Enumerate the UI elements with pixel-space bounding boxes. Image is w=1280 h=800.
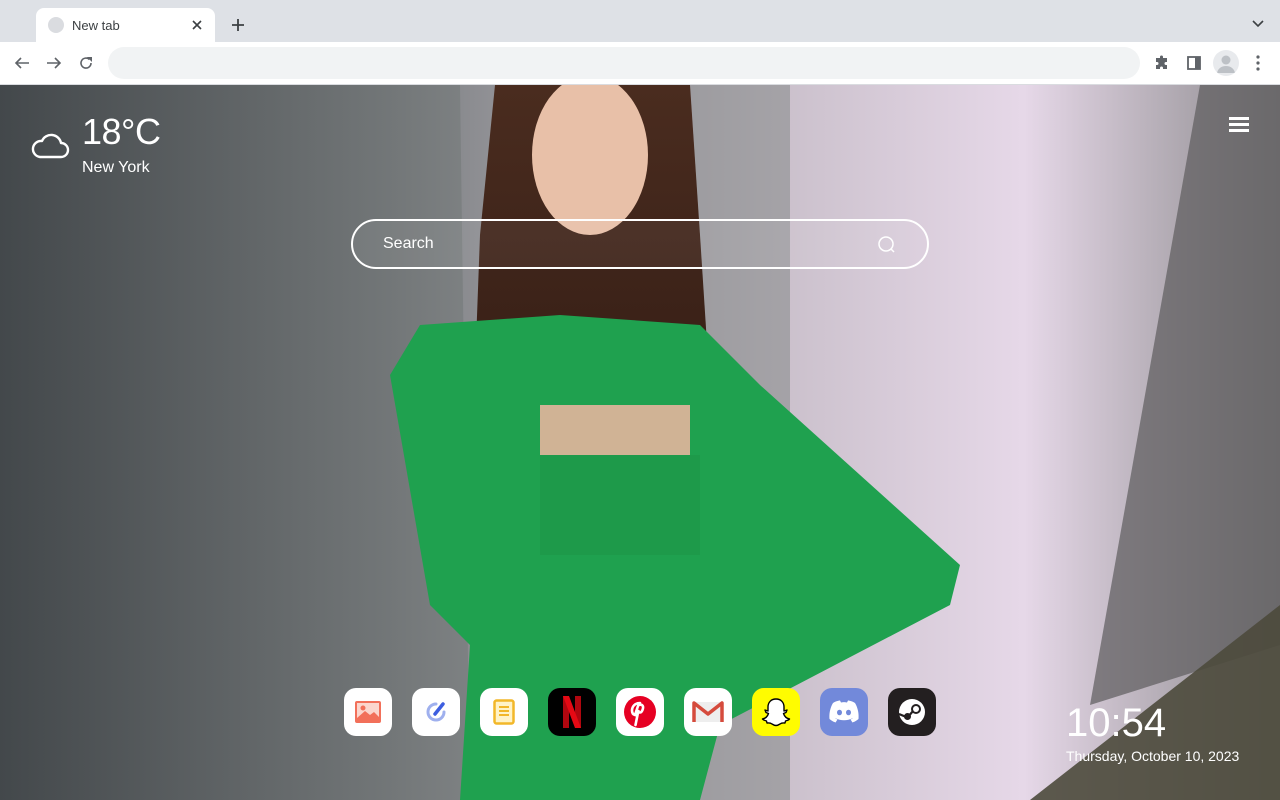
extensions-button[interactable] — [1150, 51, 1174, 75]
check-pen-icon — [426, 702, 446, 722]
new-tab-page: 18°C New York Search 10:54 Thursday, Oct… — [0, 85, 1280, 800]
plus-icon — [232, 19, 244, 31]
app-gmail[interactable] — [684, 688, 732, 736]
note-icon — [493, 699, 515, 725]
forward-button[interactable] — [42, 51, 66, 75]
reload-icon — [80, 57, 92, 69]
weather-city: New York — [82, 159, 150, 176]
back-button[interactable] — [10, 51, 34, 75]
app-discord[interactable] — [820, 688, 868, 736]
person-icon — [1217, 55, 1235, 73]
new-tab-button[interactable] — [226, 13, 250, 37]
netflix-icon — [563, 696, 581, 728]
tab-title: New tab — [72, 17, 120, 33]
reload-button[interactable] — [74, 51, 98, 75]
discord-icon — [829, 700, 859, 723]
cloud-icon — [31, 133, 70, 159]
search-icon[interactable] — [877, 235, 897, 255]
browser-menu-button[interactable] — [1246, 51, 1270, 75]
search-input[interactable] — [383, 221, 863, 267]
image-icon — [355, 701, 381, 723]
app-tasks[interactable] — [412, 688, 460, 736]
search-box — [351, 219, 929, 269]
puzzle-icon — [1156, 55, 1167, 69]
hamburger-line — [1229, 123, 1249, 126]
close-icon — [192, 20, 202, 30]
address-bar[interactable] — [108, 47, 1140, 79]
pinterest-icon — [624, 696, 656, 728]
profile-avatar[interactable] — [1213, 50, 1239, 76]
settings-menu-button[interactable] — [1229, 117, 1249, 133]
clock-time: 10:54 — [1066, 701, 1167, 745]
app-steam[interactable] — [888, 688, 936, 736]
temperature: 18°C — [82, 111, 161, 152]
gmail-icon — [692, 701, 724, 722]
hamburger-line — [1229, 129, 1249, 132]
arrow-right-icon — [47, 57, 62, 69]
app-snapchat[interactable] — [752, 688, 800, 736]
arrow-left-icon — [14, 57, 29, 69]
more-vertical-icon — [1256, 55, 1260, 71]
tab-search-button[interactable] — [1248, 14, 1268, 34]
side-panel-button[interactable] — [1182, 51, 1206, 75]
snapchat-icon — [761, 698, 791, 727]
app-pinterest[interactable] — [616, 688, 664, 736]
side-panel-icon — [1187, 56, 1201, 70]
chevron-down-icon — [1252, 20, 1264, 28]
app-dock — [344, 688, 936, 736]
clock-date: Thursday, October 10, 2023 — [1066, 748, 1240, 764]
app-netflix[interactable] — [548, 688, 596, 736]
browser-toolbar — [0, 42, 1280, 85]
hamburger-line — [1229, 117, 1249, 120]
tab-favicon-icon — [48, 17, 64, 33]
app-notes[interactable] — [480, 688, 528, 736]
steam-icon — [898, 699, 925, 725]
clock-widget: 10:54 Thursday, October 10, 2023 — [1066, 701, 1239, 764]
app-photos[interactable] — [344, 688, 392, 736]
tab-close-button[interactable] — [189, 17, 205, 33]
tab-new-tab[interactable]: New tab — [36, 8, 215, 42]
tab-strip: New tab — [0, 0, 1280, 42]
